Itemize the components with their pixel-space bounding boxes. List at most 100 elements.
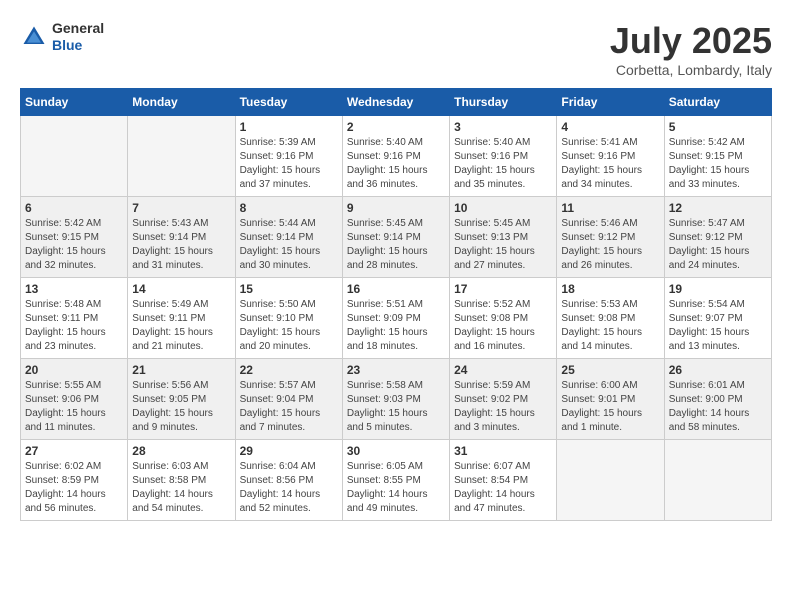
day-cell: 6Sunrise: 5:42 AM Sunset: 9:15 PM Daylig… bbox=[21, 197, 128, 278]
day-cell: 4 Sunrise: 5:41 AM Sunset: 9:16 PM Daylig… bbox=[557, 116, 664, 197]
day-info: Sunrise: 5:41 AM Sunset: 9:16 PM Dayligh… bbox=[561, 136, 659, 192]
day-cell: 25Sunrise: 6:00 AM Sunset: 9:01 PM Dayli… bbox=[557, 359, 664, 440]
day-number: 5 bbox=[669, 120, 767, 134]
day-cell: 5 Sunrise: 5:42 AM Sunset: 9:15 PM Daylig… bbox=[664, 116, 771, 197]
day-info: Sunrise: 5:39 AM Sunset: 9:16 PM Dayligh… bbox=[240, 136, 338, 192]
day-cell bbox=[557, 440, 664, 521]
month-title: July 2025 bbox=[610, 20, 772, 62]
day-number: 25 bbox=[561, 363, 659, 377]
day-number: 13 bbox=[25, 282, 123, 296]
day-cell: 21Sunrise: 5:56 AM Sunset: 9:05 PM Dayli… bbox=[128, 359, 235, 440]
day-cell bbox=[128, 116, 235, 197]
day-info: Sunrise: 5:53 AM Sunset: 9:08 PM Dayligh… bbox=[561, 298, 659, 354]
day-header-saturday: Saturday bbox=[664, 89, 771, 116]
day-cell: 24 Sunrise: 5:59 AM Sunset: 9:02 PM Dayli… bbox=[450, 359, 557, 440]
day-info: Sunrise: 5:52 AM Sunset: 9:08 PM Dayligh… bbox=[454, 298, 552, 354]
day-header-friday: Friday bbox=[557, 89, 664, 116]
day-number: 26 bbox=[669, 363, 767, 377]
day-header-sunday: Sunday bbox=[21, 89, 128, 116]
day-info: Sunrise: 6:07 AM Sunset: 8:54 PM Dayligh… bbox=[454, 460, 552, 516]
title-section: July 2025 Corbetta, Lombardy, Italy bbox=[610, 20, 772, 78]
day-number: 20 bbox=[25, 363, 123, 377]
week-row-4: 20 Sunrise: 5:55 AM Sunset: 9:06 PM Dayli… bbox=[21, 359, 772, 440]
week-row-3: 13 Sunrise: 5:48 AM Sunset: 9:11 PM Dayli… bbox=[21, 278, 772, 359]
day-cell: 30Sunrise: 6:05 AM Sunset: 8:55 PM Dayli… bbox=[342, 440, 449, 521]
day-number: 29 bbox=[240, 444, 338, 458]
day-cell: 26Sunrise: 6:01 AM Sunset: 9:00 PM Dayli… bbox=[664, 359, 771, 440]
day-number: 15 bbox=[240, 282, 338, 296]
day-info: Sunrise: 6:04 AM Sunset: 8:56 PM Dayligh… bbox=[240, 460, 338, 516]
day-number: 3 bbox=[454, 120, 552, 134]
day-cell: 19Sunrise: 5:54 AM Sunset: 9:07 PM Dayli… bbox=[664, 278, 771, 359]
day-info: Sunrise: 5:40 AM Sunset: 9:16 PM Dayligh… bbox=[454, 136, 552, 192]
page-header: General Blue July 2025 Corbetta, Lombard… bbox=[20, 20, 772, 78]
day-number: 28 bbox=[132, 444, 230, 458]
day-number: 19 bbox=[669, 282, 767, 296]
day-info: Sunrise: 5:48 AM Sunset: 9:11 PM Dayligh… bbox=[25, 298, 123, 354]
location: Corbetta, Lombardy, Italy bbox=[610, 62, 772, 78]
day-info: Sunrise: 5:45 AM Sunset: 9:14 PM Dayligh… bbox=[347, 217, 445, 273]
day-info: Sunrise: 5:45 AM Sunset: 9:13 PM Dayligh… bbox=[454, 217, 552, 273]
logo-text: General Blue bbox=[52, 20, 104, 54]
day-info: Sunrise: 5:50 AM Sunset: 9:10 PM Dayligh… bbox=[240, 298, 338, 354]
day-cell: 11 Sunrise: 5:46 AM Sunset: 9:12 PM Dayli… bbox=[557, 197, 664, 278]
day-cell: 14 Sunrise: 5:49 AM Sunset: 9:11 PM Dayli… bbox=[128, 278, 235, 359]
calendar-body: 1 Sunrise: 5:39 AM Sunset: 9:16 PM Daylig… bbox=[21, 116, 772, 521]
day-number: 8 bbox=[240, 201, 338, 215]
day-info: Sunrise: 5:59 AM Sunset: 9:02 PM Dayligh… bbox=[454, 379, 552, 435]
day-cell: 2Sunrise: 5:40 AM Sunset: 9:16 PM Daylig… bbox=[342, 116, 449, 197]
day-info: Sunrise: 6:03 AM Sunset: 8:58 PM Dayligh… bbox=[132, 460, 230, 516]
day-header-tuesday: Tuesday bbox=[235, 89, 342, 116]
calendar-table: SundayMondayTuesdayWednesdayThursdayFrid… bbox=[20, 88, 772, 521]
logo-general: General bbox=[52, 20, 104, 37]
week-row-1: 1 Sunrise: 5:39 AM Sunset: 9:16 PM Daylig… bbox=[21, 116, 772, 197]
week-row-5: 27 Sunrise: 6:02 AM Sunset: 8:59 PM Dayli… bbox=[21, 440, 772, 521]
day-info: Sunrise: 5:49 AM Sunset: 9:11 PM Dayligh… bbox=[132, 298, 230, 354]
day-number: 4 bbox=[561, 120, 659, 134]
day-number: 11 bbox=[561, 201, 659, 215]
day-info: Sunrise: 5:57 AM Sunset: 9:04 PM Dayligh… bbox=[240, 379, 338, 435]
day-header-thursday: Thursday bbox=[450, 89, 557, 116]
day-number: 12 bbox=[669, 201, 767, 215]
day-cell: 3 Sunrise: 5:40 AM Sunset: 9:16 PM Daylig… bbox=[450, 116, 557, 197]
day-cell: 22 Sunrise: 5:57 AM Sunset: 9:04 PM Dayli… bbox=[235, 359, 342, 440]
day-number: 1 bbox=[240, 120, 338, 134]
day-cell: 7Sunrise: 5:43 AM Sunset: 9:14 PM Daylig… bbox=[128, 197, 235, 278]
day-info: Sunrise: 5:42 AM Sunset: 9:15 PM Dayligh… bbox=[669, 136, 767, 192]
day-number: 7 bbox=[132, 201, 230, 215]
day-number: 23 bbox=[347, 363, 445, 377]
day-number: 18 bbox=[561, 282, 659, 296]
day-number: 27 bbox=[25, 444, 123, 458]
day-cell bbox=[21, 116, 128, 197]
day-cell: 29 Sunrise: 6:04 AM Sunset: 8:56 PM Dayli… bbox=[235, 440, 342, 521]
day-info: Sunrise: 5:56 AM Sunset: 9:05 PM Dayligh… bbox=[132, 379, 230, 435]
day-info: Sunrise: 5:46 AM Sunset: 9:12 PM Dayligh… bbox=[561, 217, 659, 273]
day-info: Sunrise: 5:58 AM Sunset: 9:03 PM Dayligh… bbox=[347, 379, 445, 435]
day-cell: 16Sunrise: 5:51 AM Sunset: 9:09 PM Dayli… bbox=[342, 278, 449, 359]
day-header-wednesday: Wednesday bbox=[342, 89, 449, 116]
day-cell: 13 Sunrise: 5:48 AM Sunset: 9:11 PM Dayli… bbox=[21, 278, 128, 359]
day-info: Sunrise: 5:40 AM Sunset: 9:16 PM Dayligh… bbox=[347, 136, 445, 192]
day-headers-row: SundayMondayTuesdayWednesdayThursdayFrid… bbox=[21, 89, 772, 116]
day-number: 9 bbox=[347, 201, 445, 215]
day-number: 30 bbox=[347, 444, 445, 458]
day-number: 10 bbox=[454, 201, 552, 215]
day-number: 24 bbox=[454, 363, 552, 377]
day-cell: 18 Sunrise: 5:53 AM Sunset: 9:08 PM Dayli… bbox=[557, 278, 664, 359]
day-info: Sunrise: 5:42 AM Sunset: 9:15 PM Dayligh… bbox=[25, 217, 123, 273]
day-header-monday: Monday bbox=[128, 89, 235, 116]
day-number: 17 bbox=[454, 282, 552, 296]
day-number: 22 bbox=[240, 363, 338, 377]
day-cell: 31 Sunrise: 6:07 AM Sunset: 8:54 PM Dayli… bbox=[450, 440, 557, 521]
day-number: 14 bbox=[132, 282, 230, 296]
day-cell: 1 Sunrise: 5:39 AM Sunset: 9:16 PM Daylig… bbox=[235, 116, 342, 197]
day-number: 31 bbox=[454, 444, 552, 458]
day-cell: 20 Sunrise: 5:55 AM Sunset: 9:06 PM Dayli… bbox=[21, 359, 128, 440]
week-row-2: 6Sunrise: 5:42 AM Sunset: 9:15 PM Daylig… bbox=[21, 197, 772, 278]
day-cell: 23 Sunrise: 5:58 AM Sunset: 9:03 PM Dayli… bbox=[342, 359, 449, 440]
day-info: Sunrise: 6:02 AM Sunset: 8:59 PM Dayligh… bbox=[25, 460, 123, 516]
day-cell: 27 Sunrise: 6:02 AM Sunset: 8:59 PM Dayli… bbox=[21, 440, 128, 521]
day-info: Sunrise: 5:55 AM Sunset: 9:06 PM Dayligh… bbox=[25, 379, 123, 435]
day-cell bbox=[664, 440, 771, 521]
day-cell: 9 Sunrise: 5:45 AM Sunset: 9:14 PM Daylig… bbox=[342, 197, 449, 278]
